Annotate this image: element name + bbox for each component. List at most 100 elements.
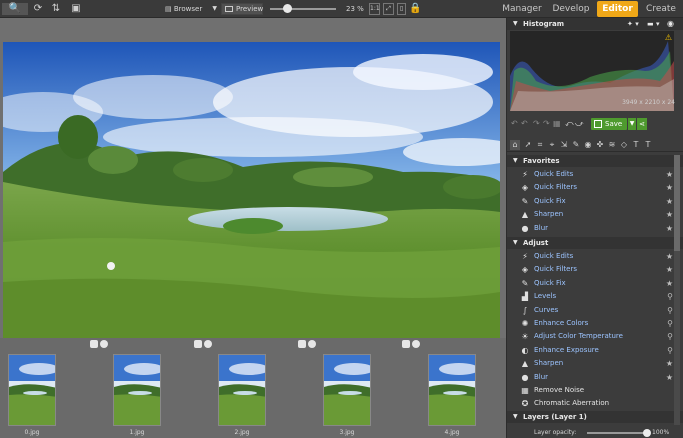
thumbnail-2[interactable] bbox=[218, 354, 266, 426]
thumbnail-1[interactable] bbox=[113, 354, 161, 426]
crop-icon[interactable]: ⌗ bbox=[535, 140, 545, 150]
favorites-item-quick-fix[interactable]: ✎ Quick Fix ★ bbox=[507, 195, 673, 208]
layers-title: Layers (Layer 1) bbox=[523, 413, 587, 421]
save-dropdown-button[interactable]: ▼ bbox=[628, 118, 636, 130]
lock-icon[interactable]: 🔒 bbox=[409, 3, 421, 15]
share-button[interactable]: ⋖ bbox=[637, 118, 647, 130]
eye-icon[interactable]: ◉ bbox=[583, 140, 593, 150]
adjust-item-quick-edits[interactable]: ⚡ Quick Edits ★ bbox=[507, 250, 673, 263]
tab-create[interactable]: Create bbox=[642, 0, 680, 18]
histogram-menu-icon[interactable]: ✦ ▾ bbox=[627, 18, 639, 30]
thumbnail-0[interactable] bbox=[8, 354, 56, 426]
undo-icon[interactable]: ↶ bbox=[511, 119, 518, 128]
compare-icon[interactable]: ▯ bbox=[397, 3, 406, 15]
pin-icon[interactable]: ⚲ bbox=[667, 344, 673, 357]
adjust-item-label: Curves bbox=[534, 305, 559, 314]
layer-opacity-slider[interactable] bbox=[587, 432, 645, 434]
settings-icon[interactable]: ◉ bbox=[667, 18, 674, 30]
tab-manager[interactable]: Manager bbox=[500, 0, 544, 18]
sort-icon[interactable]: ⇅ bbox=[48, 3, 64, 15]
text-icon[interactable]: T bbox=[631, 140, 641, 150]
star-icon[interactable]: ★ bbox=[666, 263, 673, 276]
adjust-item-remove-noise[interactable]: ▦ Remove Noise bbox=[507, 384, 673, 397]
chevron-down-icon: ▼ bbox=[513, 413, 518, 420]
star-icon[interactable]: ★ bbox=[666, 277, 673, 290]
browser-button[interactable]: ▤ Browser ▼ bbox=[165, 3, 217, 15]
gradient-icon[interactable]: ≋ bbox=[607, 140, 617, 150]
bulb-icon: ☀ bbox=[521, 332, 529, 342]
star-icon[interactable]: ★ bbox=[666, 250, 673, 263]
shapes-icon[interactable]: ◇ bbox=[619, 140, 629, 150]
favorites-item-blur[interactable]: ● Blur ★ bbox=[507, 222, 674, 235]
star-icon[interactable]: ★ bbox=[666, 168, 673, 181]
curves-icon: ∫ bbox=[522, 305, 528, 315]
pin-icon[interactable]: ⚲ bbox=[667, 304, 673, 317]
adjust-item-enhance-exposure[interactable]: ◐ Enhance Exposure ⚲ bbox=[507, 344, 674, 357]
warning-icon[interactable]: ⚠ bbox=[665, 33, 672, 42]
favorites-item-quick-filters[interactable]: ◈ Quick Filters ★ bbox=[507, 181, 673, 194]
thumbnail-label: 2.jpg bbox=[234, 429, 250, 436]
rotate-left-icon[interactable]: ⤺ bbox=[565, 119, 574, 129]
save-button[interactable]: Save bbox=[591, 118, 627, 130]
favorites-item-quick-edits[interactable]: ⚡ Quick Edits ★ bbox=[507, 168, 673, 181]
adjust-item-levels[interactable]: ▟ Levels ⚲ bbox=[507, 290, 673, 303]
star-icon[interactable]: ★ bbox=[666, 222, 673, 235]
layers-header[interactable]: ▼ Layers (Layer 1) bbox=[507, 411, 683, 423]
favorites-item-label: Quick Edits bbox=[534, 170, 574, 178]
fullscreen-icon[interactable]: ⤢ bbox=[383, 3, 394, 15]
favorites-header[interactable]: ▼ Favorites bbox=[507, 155, 683, 167]
tab-editor[interactable]: Editor bbox=[597, 1, 638, 17]
star-icon[interactable]: ★ bbox=[666, 371, 673, 384]
star-icon[interactable]: ★ bbox=[666, 181, 673, 194]
main-photo[interactable] bbox=[3, 42, 500, 340]
transform-icon[interactable]: ⇲ bbox=[559, 140, 569, 150]
cube-icon: ◈ bbox=[521, 265, 529, 275]
tab-develop[interactable]: Develop bbox=[551, 0, 591, 18]
folder-icon[interactable]: ▣ bbox=[70, 3, 82, 15]
thumbnail-4[interactable] bbox=[428, 354, 476, 426]
adjust-item-chromatic-aberration[interactable]: ✪ Chromatic Aberration bbox=[507, 397, 673, 410]
brush-icon[interactable]: ✎ bbox=[571, 140, 581, 150]
adjust-item-quick-filters[interactable]: ◈ Quick Filters ★ bbox=[507, 263, 673, 276]
favorites-item-label: Blur bbox=[534, 223, 549, 232]
star-icon[interactable]: ★ bbox=[666, 195, 673, 208]
adjust-item-curves[interactable]: ∫ Curves ⚲ bbox=[507, 304, 673, 317]
pin-icon[interactable]: ⚲ bbox=[667, 330, 673, 343]
scrollbar-thumb[interactable] bbox=[674, 155, 680, 251]
rotate-right-icon[interactable]: ⤻ bbox=[575, 119, 584, 129]
zoom-slider[interactable] bbox=[270, 8, 336, 10]
adjust-item-adjust-color-temperature[interactable]: ☀ Adjust Color Temperature ⚲ bbox=[507, 330, 673, 343]
refresh-icon[interactable]: ⟳ bbox=[32, 3, 44, 15]
star-icon[interactable]: ★ bbox=[666, 208, 673, 221]
home-icon[interactable]: ⌂ bbox=[510, 140, 520, 150]
image-dimensions: 3949 x 2210 x 24 bbox=[622, 99, 675, 106]
histogram-header[interactable]: ▼ Histogram ✦ ▾ ▬ ▾ ◉ bbox=[507, 18, 683, 30]
straighten-icon[interactable]: ⌖ bbox=[547, 140, 557, 150]
layer-opacity-thumb[interactable] bbox=[643, 429, 651, 437]
redo-icon[interactable]: ↷ bbox=[533, 119, 540, 128]
pin-icon[interactable]: ⚲ bbox=[667, 317, 673, 330]
adjust-item-quick-fix[interactable]: ✎ Quick Fix ★ bbox=[507, 277, 673, 290]
watermark-icon[interactable]: T bbox=[643, 140, 653, 150]
info-icon bbox=[204, 340, 212, 348]
history-icon[interactable]: ▦ bbox=[553, 119, 561, 128]
zoom-slider-thumb[interactable] bbox=[282, 4, 292, 13]
star-icon[interactable]: ★ bbox=[666, 357, 673, 370]
adjust-item-enhance-colors[interactable]: ✺ Enhance Colors ⚲ bbox=[507, 317, 673, 330]
image-canvas[interactable] bbox=[0, 18, 506, 340]
search-icon[interactable]: 🔍 bbox=[2, 3, 28, 15]
thumbnail-3[interactable] bbox=[323, 354, 371, 426]
fit-to-screen-icon[interactable]: 1:1 bbox=[369, 3, 380, 15]
histogram-mode-icon[interactable]: ▬ ▾ bbox=[647, 18, 660, 30]
adjust-item-blur[interactable]: ● Blur ★ bbox=[507, 371, 674, 384]
undo-all-icon[interactable]: ↶ bbox=[521, 119, 528, 128]
adjust-header[interactable]: ▼ Adjust bbox=[507, 237, 683, 249]
panel-scrollbar[interactable] bbox=[674, 155, 680, 425]
adjust-item-sharpen[interactable]: ▲ Sharpen ★ bbox=[507, 357, 673, 370]
favorites-item-sharpen[interactable]: ▲ Sharpen ★ bbox=[507, 208, 673, 221]
clone-icon[interactable]: ✜ bbox=[595, 140, 605, 150]
redo-all-icon[interactable]: ↷ bbox=[543, 119, 550, 128]
preview-button[interactable]: Preview bbox=[221, 3, 263, 15]
pin-icon[interactable]: ⚲ bbox=[667, 290, 673, 303]
pointer-icon[interactable]: ➚ bbox=[523, 140, 533, 150]
